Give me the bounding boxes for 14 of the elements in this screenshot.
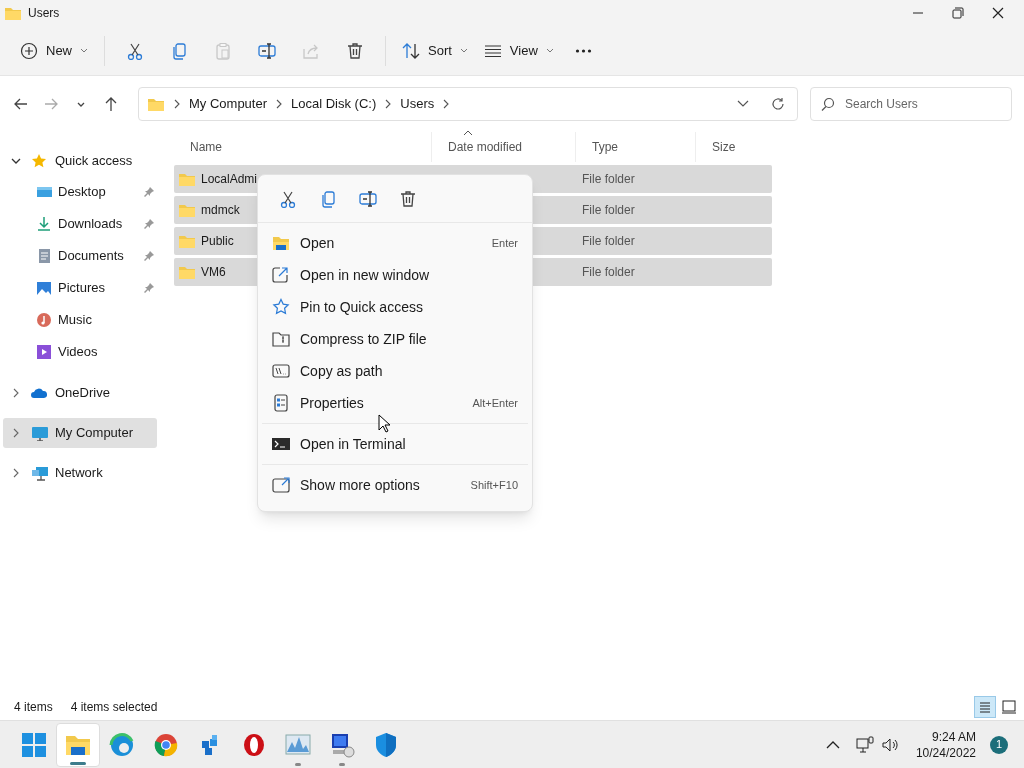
file-name: VM6 (201, 264, 226, 281)
window-title: Users (28, 5, 60, 22)
file-name: Public (201, 233, 234, 250)
shortcut-hint: Alt+Enter (472, 395, 518, 411)
file-type: File folder (582, 171, 636, 188)
file-name: mdmck (201, 202, 240, 219)
file-type: File folder (582, 233, 636, 250)
file-type: File folder (582, 264, 636, 281)
shortcut-hint: Shift+F10 (470, 477, 518, 493)
selection-count: 4 items selected (70, 699, 158, 716)
shortcut-hint: Enter (491, 235, 518, 251)
file-name: LocalAdmi (201, 171, 258, 188)
file-type: File folder (582, 202, 636, 219)
item-count: 4 items (14, 699, 53, 716)
